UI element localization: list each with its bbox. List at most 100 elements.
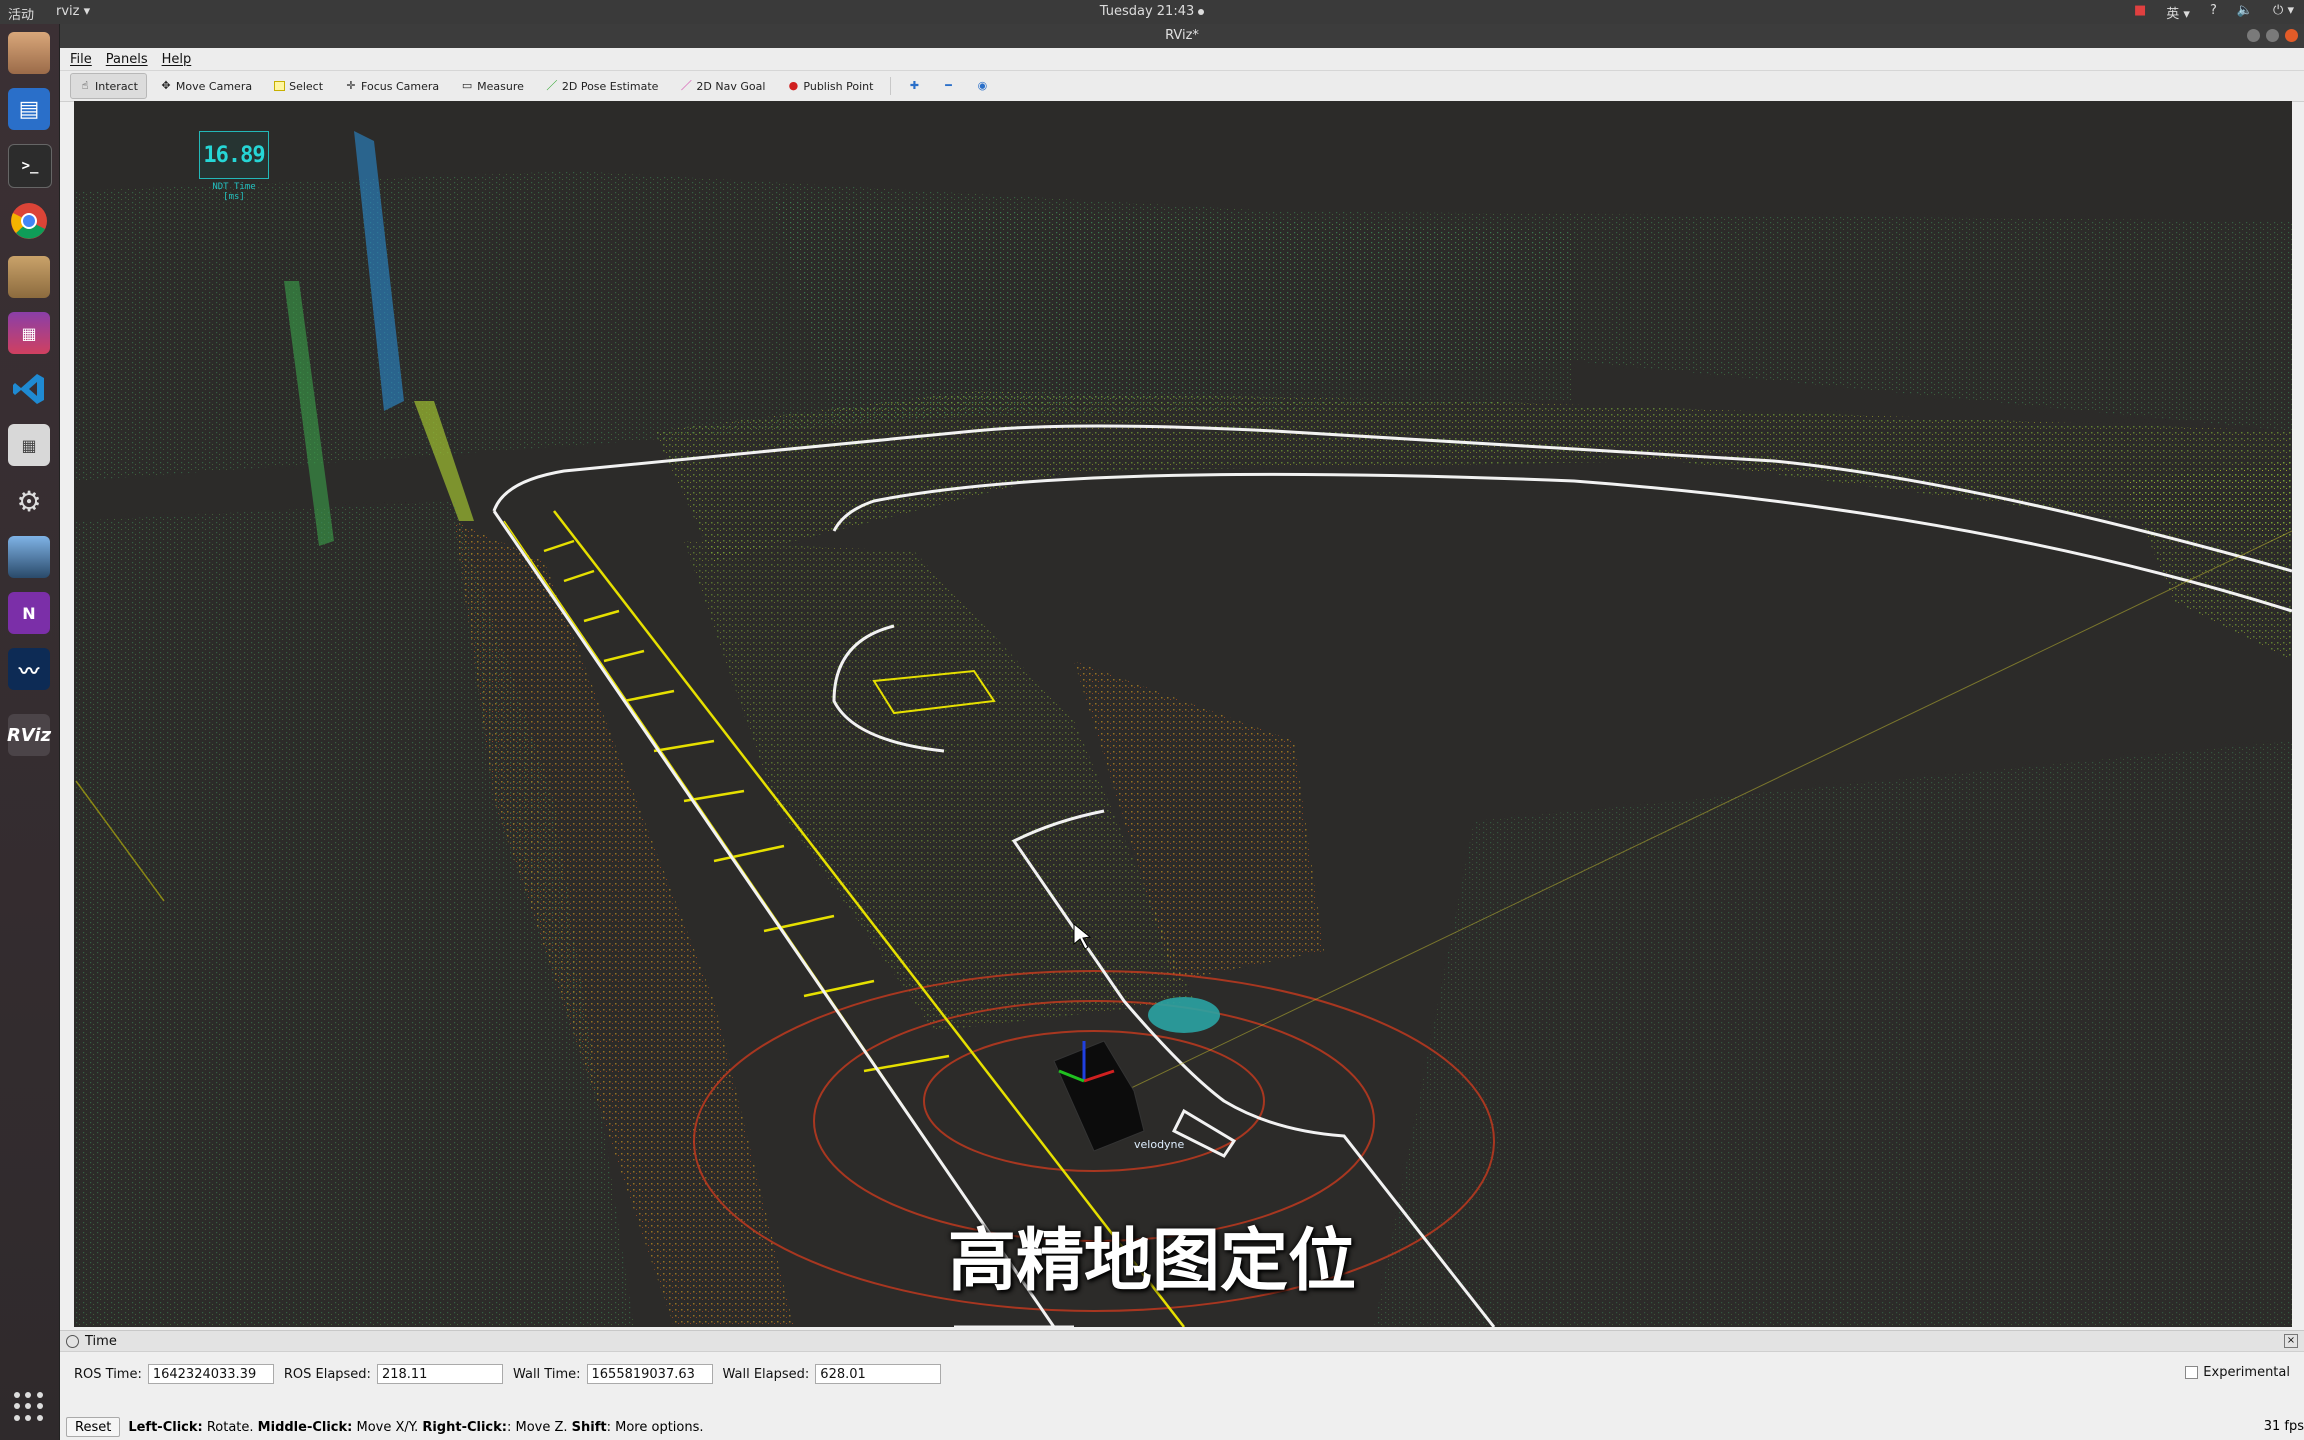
- help-icon[interactable]: ?: [2210, 3, 2217, 22]
- ndt-time-caption: NDT Time [ms]: [212, 182, 256, 202]
- hint-middle-key: Middle-Click:: [257, 1419, 353, 1435]
- publish-point-tool[interactable]: ● Publish Point: [778, 73, 882, 99]
- power-icon[interactable]: ⏻ ▾: [2273, 3, 2294, 22]
- interact-label: Interact: [95, 79, 138, 93]
- minimize-button[interactable]: [2247, 29, 2260, 42]
- green-arrow-icon: ／: [546, 79, 558, 92]
- rviz-icon: RViz: [6, 724, 52, 746]
- camera-icon: ✥: [161, 79, 171, 92]
- time-panel-header[interactable]: Time ×: [60, 1331, 2304, 1352]
- ros-elapsed-field[interactable]: 218.11: [376, 1364, 503, 1384]
- pin-icon: ●: [788, 79, 799, 92]
- measure-tool[interactable]: ▭ Measure: [452, 73, 533, 99]
- add-tool-button[interactable]: ✚: [899, 73, 929, 99]
- wall-time-field[interactable]: 1655819037.63: [586, 1364, 713, 1384]
- select-icon: [274, 81, 286, 91]
- select-label: Select: [289, 79, 324, 93]
- minus-icon: ━: [945, 79, 952, 92]
- terminal-app-icon[interactable]: >_: [8, 144, 52, 188]
- pose-estimate-tool[interactable]: ／ 2D Pose Estimate: [537, 73, 668, 99]
- film-icon: ▦: [21, 323, 37, 343]
- focus-icon: ✛: [346, 79, 356, 92]
- pose-estimate-label: 2D Pose Estimate: [561, 79, 659, 93]
- onenote-icon: N: [22, 603, 36, 623]
- chrome-icon: [11, 203, 47, 239]
- plus-icon: ✚: [909, 79, 920, 92]
- wave-icon: 〰: [19, 658, 39, 683]
- hint-middle-text: Move X/Y.: [352, 1419, 423, 1435]
- gear-icon: ⚙: [16, 484, 42, 518]
- close-button[interactable]: [2285, 29, 2298, 42]
- status-hint: Left-Click: Rotate. Middle-Click: Move X…: [128, 1420, 703, 1435]
- onenote-app-icon[interactable]: N: [8, 592, 50, 634]
- tool-properties-button[interactable]: ◉: [967, 73, 997, 99]
- document-icon: ▤: [18, 96, 40, 122]
- experimental-option[interactable]: Experimental: [2185, 1365, 2290, 1380]
- terminal-icon: >_: [21, 158, 39, 174]
- nav-goal-label: 2D Nav Goal: [696, 79, 766, 93]
- menu-file[interactable]: File: [70, 52, 92, 67]
- menu-help[interactable]: Help: [162, 52, 192, 67]
- show-applications-icon[interactable]: [14, 1392, 44, 1422]
- files-app-icon[interactable]: [8, 32, 50, 74]
- reset-button[interactable]: Reset: [66, 1417, 121, 1437]
- image-viewer-app-icon[interactable]: [8, 536, 50, 578]
- record-icon[interactable]: ■: [2134, 3, 2146, 22]
- wall-elapsed-field[interactable]: 628.01: [815, 1364, 942, 1384]
- calculator-app-icon[interactable]: ▦: [8, 424, 50, 466]
- toolbar-separator: [890, 77, 892, 95]
- focus-camera-label: Focus Camera: [361, 79, 440, 93]
- hint-left-key: Left-Click:: [128, 1419, 203, 1435]
- input-method-menu[interactable]: 英 ▾: [2166, 3, 2190, 22]
- clock[interactable]: Tuesday 21:43: [1100, 4, 1195, 19]
- measure-label: Measure: [477, 79, 524, 93]
- interact-tool[interactable]: ☝ Interact: [70, 73, 147, 99]
- experimental-checkbox[interactable]: [2185, 1366, 2199, 1379]
- vscode-app-icon[interactable]: [8, 368, 50, 410]
- eye-icon: ◉: [977, 79, 988, 92]
- close-icon[interactable]: ×: [2284, 1334, 2298, 1348]
- hint-right-text: : Move Z.: [506, 1419, 572, 1435]
- fps-counter: 31 fps: [2263, 1419, 2304, 1434]
- video-app-icon[interactable]: ▦: [8, 312, 50, 354]
- wall-elapsed-label: Wall Elapsed:: [722, 1366, 810, 1382]
- settings-app-icon[interactable]: ⚙: [8, 480, 50, 522]
- ros-elapsed-label: ROS Elapsed:: [283, 1366, 371, 1382]
- window-titlebar[interactable]: RViz*: [60, 24, 2304, 48]
- menu-panels[interactable]: Panels: [106, 52, 148, 67]
- render-view-3d[interactable]: 16.89 NDT Time [ms] velodyne: [74, 101, 2292, 1327]
- tool-bar: ☝ Interact ✥ Move Camera Select ✛ Focus Cam…: [60, 71, 2304, 102]
- archive-app-icon[interactable]: [8, 256, 50, 298]
- ndt-time-value: 16.89: [199, 131, 269, 179]
- volume-icon[interactable]: 🔈: [2237, 3, 2253, 22]
- select-tool[interactable]: Select: [265, 73, 332, 99]
- ros-time-field[interactable]: 1642324033.39: [147, 1364, 274, 1384]
- menu-bar: File Panels Help: [60, 48, 2304, 71]
- publish-point-label: Publish Point: [803, 79, 874, 93]
- autoware-app-icon[interactable]: 〰: [8, 648, 50, 690]
- building-point-cloud: [774, 201, 1574, 421]
- hand-icon: ☝: [81, 79, 89, 92]
- hint-shift-text: : More options.: [606, 1419, 704, 1435]
- window-title: RViz*: [1165, 28, 1199, 43]
- ndt-time-plot: 16.89 NDT Time [ms]: [199, 131, 269, 202]
- nav-goal-tool[interactable]: ／ 2D Nav Goal: [671, 73, 774, 99]
- ruler-icon: ▭: [461, 79, 473, 92]
- move-camera-tool[interactable]: ✥ Move Camera: [151, 73, 261, 99]
- writer-app-icon[interactable]: ▤: [8, 88, 50, 130]
- focus-camera-tool[interactable]: ✛ Focus Camera: [336, 73, 448, 99]
- remove-tool-button[interactable]: ━: [933, 73, 963, 99]
- wall-time-label: Wall Time:: [512, 1366, 581, 1382]
- calculator-icon: ▦: [21, 435, 37, 455]
- pose-covariance-marker: [1148, 997, 1220, 1033]
- maximize-button[interactable]: [2266, 29, 2279, 42]
- top-panel: 活动 rviz ▾ Tuesday 21:43 ■ 英 ▾ ? 🔈 ⏻ ▾: [0, 0, 2304, 24]
- pink-arrow-icon: ／: [680, 79, 692, 92]
- move-camera-label: Move Camera: [175, 79, 253, 93]
- chrome-app-icon[interactable]: [8, 200, 50, 242]
- experimental-label: Experimental: [2203, 1365, 2290, 1380]
- time-panel-title: Time: [85, 1333, 117, 1349]
- video-subtitle: 高精地图定位: [947, 1222, 1356, 1301]
- rviz-app-icon[interactable]: RViz: [6, 714, 52, 756]
- frame-label: velodyne: [1134, 1138, 1185, 1151]
